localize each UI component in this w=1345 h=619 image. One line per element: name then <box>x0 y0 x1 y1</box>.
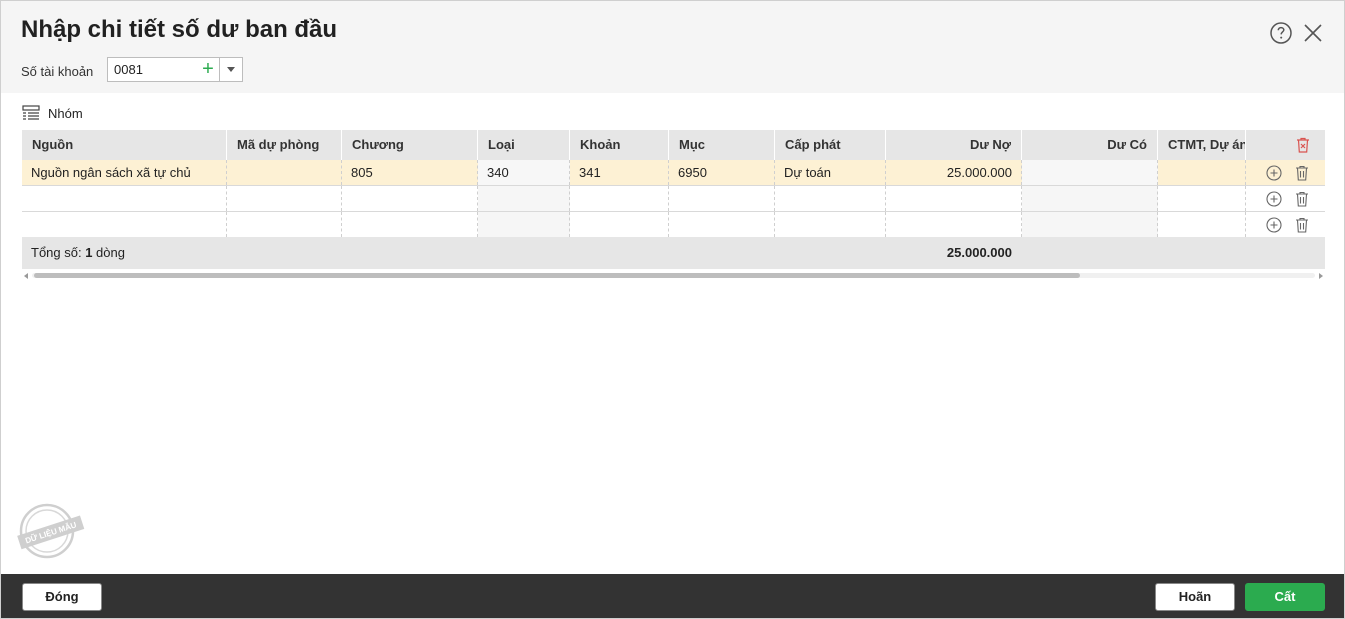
col-header-cap-phat[interactable]: Cấp phát <box>775 130 886 160</box>
account-value[interactable]: 0081 <box>114 62 143 77</box>
cell-khoan[interactable] <box>570 212 669 237</box>
dialog-header: Nhập chi tiết số dư ban đầu Số tài khoản… <box>1 1 1344 93</box>
row-actions <box>1245 212 1325 237</box>
col-header-khoan[interactable]: Khoản <box>570 130 669 160</box>
col-header-du-co[interactable]: Dư Có <box>1022 130 1158 160</box>
cell-muc[interactable] <box>669 212 775 237</box>
total-prefix: Tổng số: <box>31 245 86 260</box>
cell-loai[interactable]: 340 <box>478 160 570 185</box>
close-button[interactable]: Đóng <box>22 583 102 611</box>
col-header-loai[interactable]: Loại <box>478 130 570 160</box>
col-header-ma-du-phong[interactable]: Mã dự phòng <box>227 130 342 160</box>
row-actions <box>1245 160 1325 185</box>
grid-total-row: Tổng số: 1 dòng 25.000.000 <box>22 237 1325 269</box>
account-label: Số tài khoản <box>21 64 94 79</box>
cell-du-co[interactable] <box>1022 186 1158 211</box>
cell-khoan[interactable] <box>570 186 669 211</box>
cell-ctmt[interactable] <box>1158 160 1246 185</box>
col-header-nguon[interactable]: Nguồn <box>22 130 227 160</box>
col-header-du-no[interactable]: Dư Nợ <box>886 130 1022 160</box>
cell-ctmt[interactable] <box>1158 212 1246 237</box>
group-list-icon <box>22 105 40 120</box>
trash-icon[interactable] <box>1293 190 1311 208</box>
cell-muc[interactable]: 6950 <box>669 160 775 185</box>
cell-du-no[interactable] <box>886 212 1022 237</box>
chevron-down-icon[interactable] <box>219 58 242 81</box>
cell-cap-phat[interactable] <box>775 212 886 237</box>
cell-nguon[interactable] <box>22 186 227 211</box>
cell-cap-phat[interactable] <box>775 186 886 211</box>
cell-ma-du-phong[interactable] <box>227 160 342 185</box>
grid-header: Nguồn Mã dự phòng Chương Loại Khoản Mục … <box>22 130 1325 160</box>
cell-cap-phat[interactable]: Dự toán <box>775 160 886 185</box>
cell-loai[interactable] <box>478 186 570 211</box>
add-row-icon[interactable] <box>1265 190 1283 208</box>
horizontal-scrollbar[interactable] <box>22 271 1325 280</box>
trash-icon[interactable] <box>1293 164 1311 182</box>
table-row[interactable] <box>22 186 1325 212</box>
cell-khoan[interactable]: 341 <box>570 160 669 185</box>
dialog-title: Nhập chi tiết số dư ban đầu <box>21 16 338 43</box>
total-label: Tổng số: 1 dòng <box>31 237 125 269</box>
cell-du-no[interactable]: 25.000.000 <box>886 160 1022 185</box>
table-row[interactable]: Nguồn ngân sách xã tự chủ 805 340 341 69… <box>22 160 1325 186</box>
scroll-right-icon[interactable] <box>1317 271 1325 280</box>
total-du-no: 25.000.000 <box>946 245 1012 260</box>
scroll-left-icon[interactable] <box>22 271 30 280</box>
trash-icon[interactable] <box>1293 216 1311 234</box>
col-header-ctmt[interactable]: CTMT, Dự án <box>1158 130 1246 160</box>
cell-loai[interactable] <box>478 212 570 237</box>
group-button[interactable]: Nhóm <box>22 102 83 124</box>
cell-nguon[interactable] <box>22 212 227 237</box>
add-row-icon[interactable] <box>1265 164 1283 182</box>
cell-muc[interactable] <box>669 186 775 211</box>
row-actions <box>1245 186 1325 211</box>
add-account-icon[interactable]: + <box>197 58 219 81</box>
table-row[interactable] <box>22 212 1325 238</box>
cell-ma-du-phong[interactable] <box>227 212 342 237</box>
question-circle-icon[interactable] <box>1269 21 1293 45</box>
account-combobox[interactable]: 0081 + <box>107 57 243 82</box>
cell-ma-du-phong[interactable] <box>227 186 342 211</box>
cell-chuong[interactable] <box>342 212 478 237</box>
total-suffix: dòng <box>92 245 125 260</box>
delete-all-icon[interactable] <box>1294 136 1312 154</box>
close-x-icon[interactable] <box>1301 21 1325 45</box>
cell-chuong[interactable]: 805 <box>342 160 478 185</box>
sample-data-stamp-icon: DỮ LIỆU MẪU <box>16 501 86 561</box>
cell-chuong[interactable] <box>342 186 478 211</box>
col-header-muc[interactable]: Mục <box>669 130 775 160</box>
save-button[interactable]: Cất <box>1245 583 1325 611</box>
dialog-footer: Đóng Hoãn Cất <box>1 574 1344 618</box>
add-row-icon[interactable] <box>1265 216 1283 234</box>
cell-du-co[interactable] <box>1022 160 1158 185</box>
group-label: Nhóm <box>48 105 83 121</box>
cancel-button[interactable]: Hoãn <box>1155 583 1235 611</box>
cell-du-no[interactable] <box>886 186 1022 211</box>
cell-nguon[interactable]: Nguồn ngân sách xã tự chủ <box>22 160 227 185</box>
col-header-chuong[interactable]: Chương <box>342 130 478 160</box>
scroll-thumb[interactable] <box>34 273 1080 278</box>
cell-ctmt[interactable] <box>1158 186 1246 211</box>
dialog: Nhập chi tiết số dư ban đầu Số tài khoản… <box>0 0 1345 619</box>
cell-du-co[interactable] <box>1022 212 1158 237</box>
